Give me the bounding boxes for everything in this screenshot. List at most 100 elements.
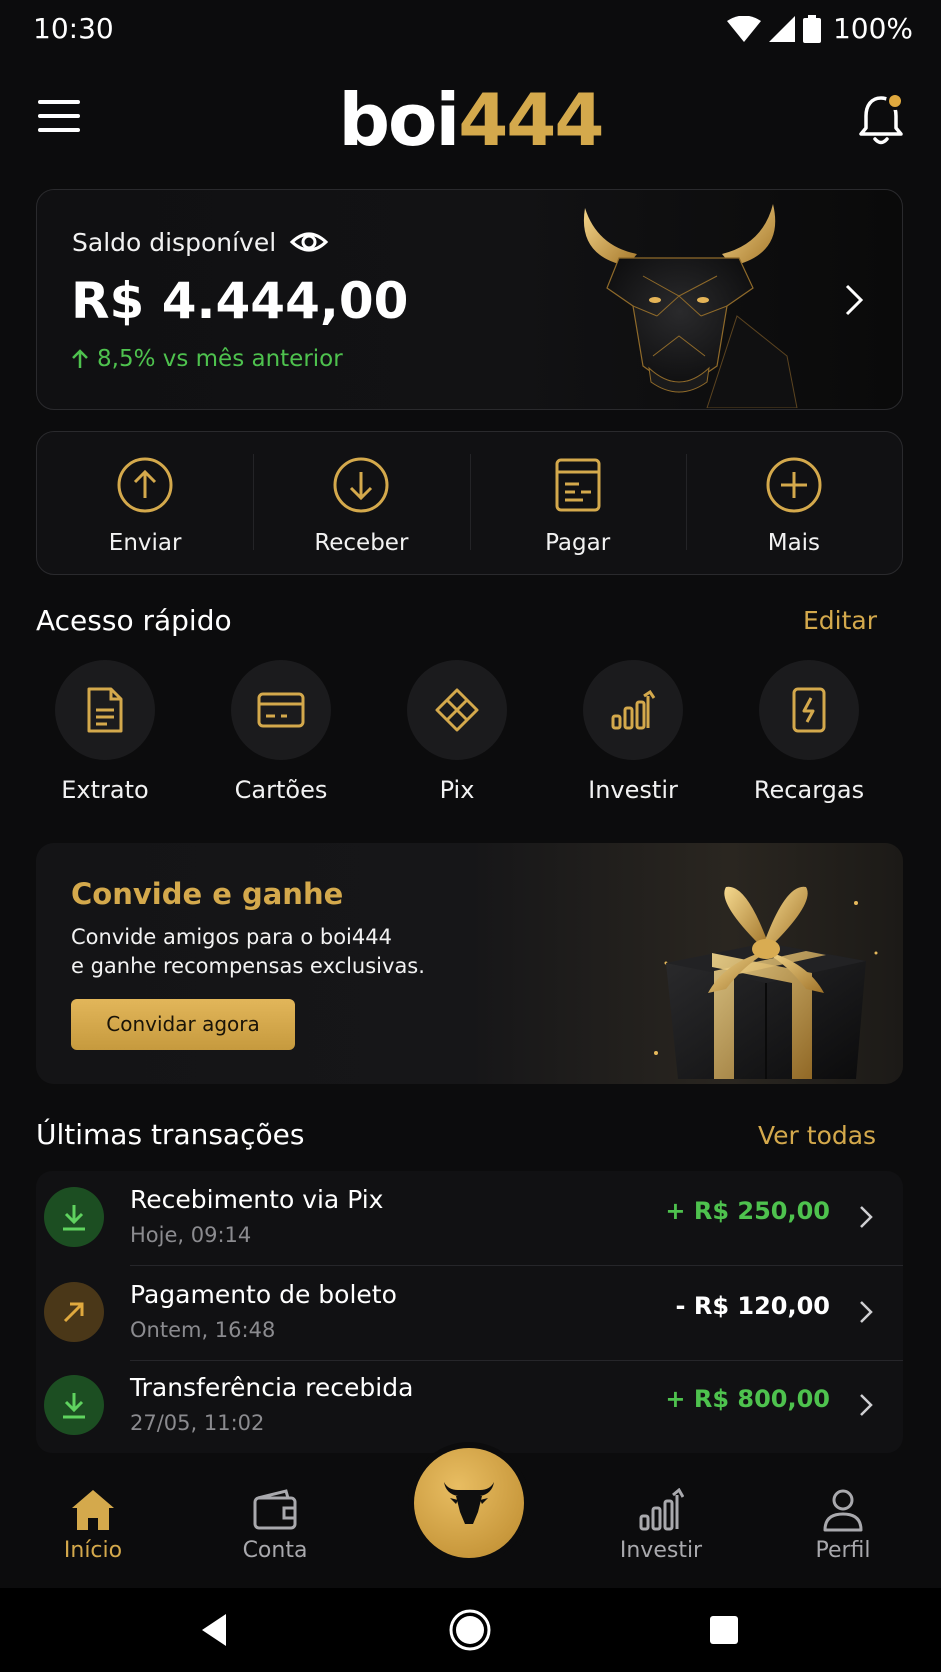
status-time: 10:30 <box>33 12 114 45</box>
chart-icon <box>611 690 656 730</box>
transactions-title: Últimas transações <box>36 1118 305 1151</box>
wifi-icon <box>726 15 761 42</box>
arrow-down-circle-icon <box>333 457 389 513</box>
bull-icon <box>444 1482 494 1524</box>
quick-item-recargas[interactable]: Recargas <box>721 660 897 804</box>
logo-number: 444 <box>458 78 604 162</box>
nav-label: Conta <box>242 1538 308 1563</box>
plus-circle-icon <box>766 457 822 513</box>
home-icon <box>72 1490 114 1530</box>
action-receive[interactable]: Receber <box>253 432 469 574</box>
balance-change: 8,5% vs mês anterior <box>71 346 343 372</box>
app-logo: boi444 <box>0 78 941 162</box>
nav-label: Perfil <box>815 1538 871 1563</box>
system-nav-bar <box>0 1588 941 1672</box>
quick-icon-circle <box>231 660 331 760</box>
card-icon <box>257 692 305 728</box>
transaction-title: Pagamento de boleto <box>130 1280 397 1309</box>
balance-value: R$ 4.444,00 <box>71 272 409 330</box>
transaction-amount: - R$ 120,00 <box>675 1292 830 1320</box>
battery-percent: 100% <box>832 12 913 45</box>
transaction-in-icon <box>44 1187 104 1247</box>
arrow-up-right-icon <box>63 1302 84 1323</box>
transaction-date: Ontem, 16:48 <box>130 1318 276 1342</box>
nav-label: Investir <box>619 1538 703 1563</box>
quick-icon-circle <box>55 660 155 760</box>
transaction-row[interactable]: Recebimento via Pix Hoje, 09:14 + R$ 250… <box>36 1171 903 1265</box>
chevron-right-icon <box>860 1301 873 1323</box>
quick-item-extrato[interactable]: Extrato <box>17 660 193 804</box>
transaction-in-icon <box>44 1375 104 1435</box>
action-label: Receber <box>314 530 409 556</box>
action-label: Mais <box>767 530 821 556</box>
transaction-date: 27/05, 11:02 <box>130 1411 265 1435</box>
document-icon <box>87 687 123 733</box>
wallet-icon <box>253 1489 297 1530</box>
transaction-date: Hoje, 09:14 <box>130 1223 252 1247</box>
pix-icon <box>435 688 479 732</box>
chevron-right-icon[interactable] <box>839 280 869 320</box>
nav-inicio[interactable]: Início <box>23 1462 163 1563</box>
quick-label: Cartões <box>234 776 328 804</box>
see-all-link[interactable]: Ver todas <box>758 1121 876 1150</box>
quick-access-grid: Extrato Cartões Pix Investir Recargas <box>36 660 916 804</box>
balance-change-text: 8,5% vs mês anterior <box>97 346 343 372</box>
invite-line-1: Convide amigos para o boi444 <box>71 925 392 949</box>
download-icon <box>63 1393 85 1419</box>
balance-label: Saldo disponível <box>72 228 277 257</box>
quick-item-cartoes[interactable]: Cartões <box>193 660 369 804</box>
transaction-row[interactable]: Transferência recebida 27/05, 11:02 + R$… <box>36 1359 903 1453</box>
arrow-up-icon <box>72 349 88 368</box>
transaction-amount: + R$ 800,00 <box>665 1385 830 1413</box>
home-circle-icon[interactable] <box>448 1608 492 1652</box>
quick-label: Investir <box>588 776 678 804</box>
status-indicators: 100% <box>726 12 913 45</box>
transaction-title: Recebimento via Pix <box>130 1185 384 1214</box>
arrow-up-circle-icon <box>117 457 173 513</box>
recents-icon[interactable] <box>702 1608 746 1652</box>
nav-conta[interactable]: Conta <box>205 1462 345 1563</box>
transaction-out-icon <box>44 1282 104 1342</box>
chevron-right-icon <box>860 1394 873 1416</box>
invite-title: Convide e ganhe <box>71 877 344 911</box>
user-icon <box>823 1489 863 1532</box>
action-label: Enviar <box>108 530 182 556</box>
transaction-row[interactable]: Pagamento de boleto Ontem, 16:48 - R$ 12… <box>36 1266 903 1360</box>
edit-link[interactable]: Editar <box>803 606 877 635</box>
action-send[interactable]: Enviar <box>37 432 253 574</box>
action-pay[interactable]: Pagar <box>469 432 686 574</box>
eye-icon[interactable] <box>289 224 329 260</box>
download-icon <box>63 1205 85 1231</box>
nav-investir[interactable]: Investir <box>591 1462 731 1563</box>
back-icon[interactable] <box>194 1608 238 1652</box>
center-bull-button[interactable] <box>414 1448 524 1558</box>
signal-icon <box>768 15 795 42</box>
quick-item-investir[interactable]: Investir <box>545 660 721 804</box>
balance-card[interactable]: Saldo disponível R$ 4.444,00 8,5% vs mês… <box>36 189 903 410</box>
quick-label: Extrato <box>61 776 149 804</box>
status-bar: 10:30 100% <box>0 0 941 62</box>
action-more[interactable]: Mais <box>685 432 902 574</box>
quick-label: Recargas <box>753 776 865 804</box>
action-label: Pagar <box>545 530 611 556</box>
quick-label: Pix <box>439 776 475 804</box>
bill-icon <box>555 458 601 512</box>
nav-label: Início <box>63 1538 123 1563</box>
nav-perfil[interactable]: Perfil <box>773 1462 913 1563</box>
invite-line-2: e ganhe recompensas exclusivas. <box>71 954 425 978</box>
invite-text: Convide amigos para o boi444 e ganhe rec… <box>71 923 425 981</box>
chevron-right-icon <box>860 1206 873 1228</box>
quick-item-pix[interactable]: Pix <box>369 660 545 804</box>
bull-illustration <box>583 204 798 408</box>
transaction-amount: + R$ 250,00 <box>665 1197 830 1225</box>
actions-card: Enviar Receber Pagar Mais <box>36 431 903 575</box>
battery-icon <box>802 14 821 43</box>
invite-banner[interactable]: Convide e ganhe Convide amigos para o bo… <box>36 843 903 1084</box>
notification-badge <box>886 92 904 110</box>
quick-icon-circle <box>407 660 507 760</box>
invite-button[interactable]: Convidar agora <box>71 999 295 1050</box>
gift-illustration <box>654 886 878 1079</box>
phone-charge-icon <box>792 687 826 733</box>
logo-text: boi <box>338 78 461 162</box>
chart-icon <box>639 1488 684 1531</box>
